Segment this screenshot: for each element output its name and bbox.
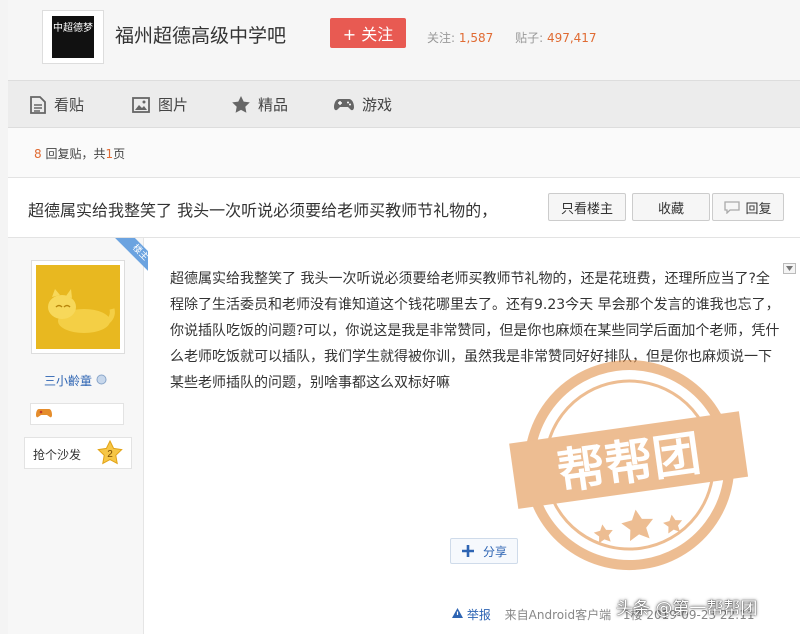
nav-tab-images[interactable]: 图片: [132, 94, 188, 115]
sofa-star-badge-icon: 2: [97, 440, 123, 465]
gamepad-icon: [334, 98, 354, 110]
avatar[interactable]: [31, 260, 125, 354]
avatar-image: [36, 265, 120, 349]
author-username[interactable]: 三小齡童: [44, 372, 107, 389]
page-count: 1: [105, 147, 114, 161]
report-link[interactable]: 举报: [452, 608, 495, 622]
level-badge-box: [30, 403, 124, 425]
speech-bubble-icon: [724, 200, 741, 214]
level-game-icon: [36, 409, 52, 418]
username-text: 三小齡童: [44, 374, 93, 388]
member-badge-icon: [96, 374, 107, 385]
sofa-count: 2: [107, 449, 113, 460]
nav-tab-label: 游戏: [362, 96, 393, 114]
forum-nav: 看贴 图片 精品 游戏: [8, 80, 800, 128]
follow-button[interactable]: + 关注: [330, 18, 406, 48]
thread-title: 超德属实给我整笑了 我头一次听说必须要给老师买教师节礼物的，: [28, 201, 498, 220]
reply-text: 回复贴，共: [41, 147, 106, 161]
plus-icon: [461, 545, 474, 557]
posts-count: 497,417: [546, 31, 597, 45]
share-label: 分享: [482, 544, 507, 559]
star-icon: [232, 96, 250, 113]
sofa-label: 抢个沙发: [33, 448, 82, 462]
forum-logo[interactable]: 中超德梦: [42, 10, 104, 64]
chevron-down-icon: [786, 266, 793, 271]
collect-button[interactable]: 收藏: [632, 193, 710, 221]
thread-info-bar: 8 回复贴，共1页: [8, 128, 800, 178]
forum-name[interactable]: 福州超德高级中学吧: [115, 21, 286, 48]
reply-button[interactable]: 回复: [712, 193, 784, 221]
only-op-button[interactable]: 只看楼主: [548, 193, 626, 221]
nav-tab-label: 精品: [258, 96, 289, 114]
forum-logo-mark: 中超德梦: [52, 16, 94, 58]
nav-tab-featured[interactable]: 精品: [232, 94, 288, 115]
followers-count: 1,587: [458, 31, 494, 45]
reply-count: 8: [34, 147, 42, 161]
nav-tab-label: 图片: [158, 96, 189, 114]
page-suffix: 页: [113, 147, 126, 161]
posts-label: 贴子:: [515, 31, 544, 45]
document-icon: [30, 95, 46, 114]
report-label: 举报: [466, 608, 491, 622]
client-label: 来自Android客户端: [504, 608, 612, 622]
nav-tab-label: 看贴: [54, 96, 85, 114]
source-watermark: 头条 @第一帮帮团: [616, 599, 758, 619]
reply-summary: 8 回复贴，共1页: [34, 145, 125, 162]
cat-avatar-icon: [36, 265, 120, 349]
thread-title-bar: 超德属实给我整笑了 我头一次听说必须要给老师买教师节礼物的， 只看楼主 收藏 回…: [8, 178, 800, 238]
image-icon: [132, 96, 150, 113]
post-menu-dropdown[interactable]: [783, 263, 796, 274]
help-team-stamp: 帮帮团: [509, 360, 749, 571]
grab-sofa-box[interactable]: 抢个沙发 2: [24, 437, 132, 469]
share-button[interactable]: 分享: [450, 538, 518, 564]
followers-label: 关注:: [427, 31, 456, 45]
warning-icon: [452, 608, 463, 618]
nav-tab-games[interactable]: 游戏: [334, 94, 392, 115]
nav-tab-posts[interactable]: 看贴: [30, 94, 84, 115]
reply-button-label: 回复: [745, 201, 772, 217]
forum-stats: 关注: 1,587 贴子: 497,417: [427, 29, 615, 46]
